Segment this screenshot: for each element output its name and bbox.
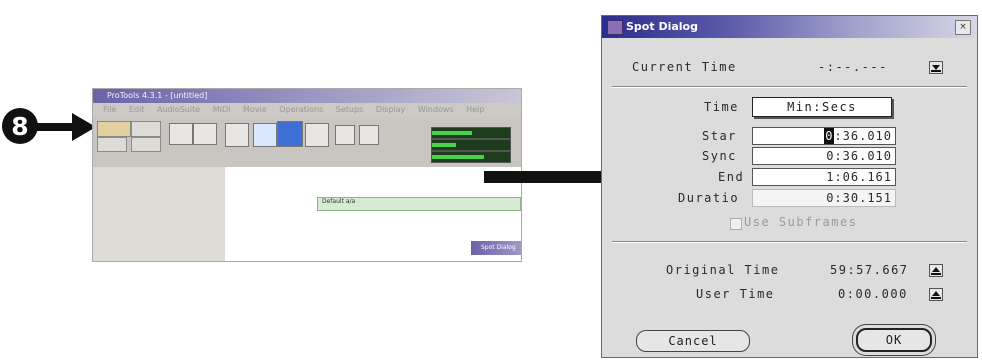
thumbnail-menu-item: Setups <box>335 105 364 114</box>
thumbnail-track-list <box>93 167 225 261</box>
sync-label: Sync <box>702 149 737 163</box>
thumbnail-menu-item: MIDI <box>212 105 231 114</box>
thumbnail-menu-item: Windows <box>417 105 454 114</box>
divider <box>612 86 967 88</box>
time-format-selector[interactable]: Min:Secs <box>752 97 892 117</box>
current-time-value: -:--.--- <box>818 60 888 74</box>
thumbnail-shuffle-icon <box>253 123 277 147</box>
thumbnail-menu-item: Movie <box>243 105 267 114</box>
original-time-value: 59:57.667 <box>830 263 909 277</box>
start-time-selection: 0 <box>824 128 835 144</box>
duration-label: Duratio <box>678 191 740 205</box>
end-label: End <box>718 170 745 184</box>
thumbnail-menu-item: Operations <box>279 105 324 114</box>
current-time-label: Current Time <box>632 60 737 74</box>
start-time-field[interactable]: 0:36.010 <box>752 127 896 145</box>
thumbnail-pencil-icon <box>359 125 379 145</box>
step-arrow-icon <box>36 113 96 141</box>
thumbnail-menu-item: File <box>103 105 117 114</box>
use-subframes-label: Use Subframes <box>744 215 858 229</box>
thumbnail-select-tool-icon <box>193 123 217 145</box>
divider <box>612 241 967 243</box>
thumbnail-title: ProTools 4.3.1 - [untitled] <box>93 89 521 103</box>
thumbnail-counter-start <box>431 139 511 151</box>
thumbnail-mode-button <box>131 121 161 137</box>
thumbnail-spot-icon <box>277 121 303 147</box>
user-time-value: 0:00.000 <box>838 287 908 301</box>
thumbnail-mode-button <box>97 137 127 152</box>
close-icon[interactable]: × <box>955 20 971 35</box>
thumbnail-menu-item: Help <box>466 105 485 114</box>
end-time-field[interactable]: 1:06.161 <box>752 168 896 186</box>
thumbnail-counter-main <box>431 127 511 139</box>
thumbnail-menubar: File Edit AudioSuite MIDI Movie Operatio… <box>93 103 521 117</box>
thumbnail-mode-button <box>97 121 131 137</box>
original-time-up-icon[interactable] <box>929 264 943 277</box>
thumbnail-zoom-tool-icon <box>225 123 249 147</box>
step-number-badge: 8 <box>2 108 38 144</box>
start-label: Star <box>702 129 737 143</box>
thumbnail-menu-item: Edit <box>128 105 145 114</box>
protools-edit-window-thumbnail: ProTools 4.3.1 - [untitled] File Edit Au… <box>92 88 522 262</box>
thumbnail-spot-dialog-tab: Spot Dialog <box>471 241 521 255</box>
cancel-button[interactable]: Cancel <box>636 330 750 352</box>
use-subframes-checkbox[interactable] <box>730 218 742 230</box>
user-time-up-icon[interactable] <box>929 288 943 301</box>
spot-dialog: Spot Dialog × Current Time -:--.--- Time… <box>601 15 978 358</box>
dialog-title: Spot Dialog <box>626 20 698 33</box>
current-time-dropdown-icon[interactable] <box>929 61 943 74</box>
thumbnail-grid-icon <box>335 125 355 145</box>
thumbnail-menu-item: Display <box>375 105 406 114</box>
user-time-label: User Time <box>696 287 775 301</box>
start-time-value: :36.010 <box>834 129 892 143</box>
app-icon <box>607 20 623 35</box>
original-time-label: Original Time <box>666 263 780 277</box>
sync-time-field[interactable]: 0:36.010 <box>752 147 896 165</box>
dialog-titlebar[interactable]: Spot Dialog × <box>602 16 977 38</box>
thumbnail-menu-item: AudioSuite <box>156 105 201 114</box>
ok-button[interactable]: OK <box>856 328 932 352</box>
time-label: Time <box>704 100 739 114</box>
thumbnail-trim-tool-icon <box>169 123 193 145</box>
thumbnail-mode-button <box>131 137 161 152</box>
thumbnail-slip-icon <box>305 123 329 147</box>
duration-field: 0:30.151 <box>752 189 896 207</box>
